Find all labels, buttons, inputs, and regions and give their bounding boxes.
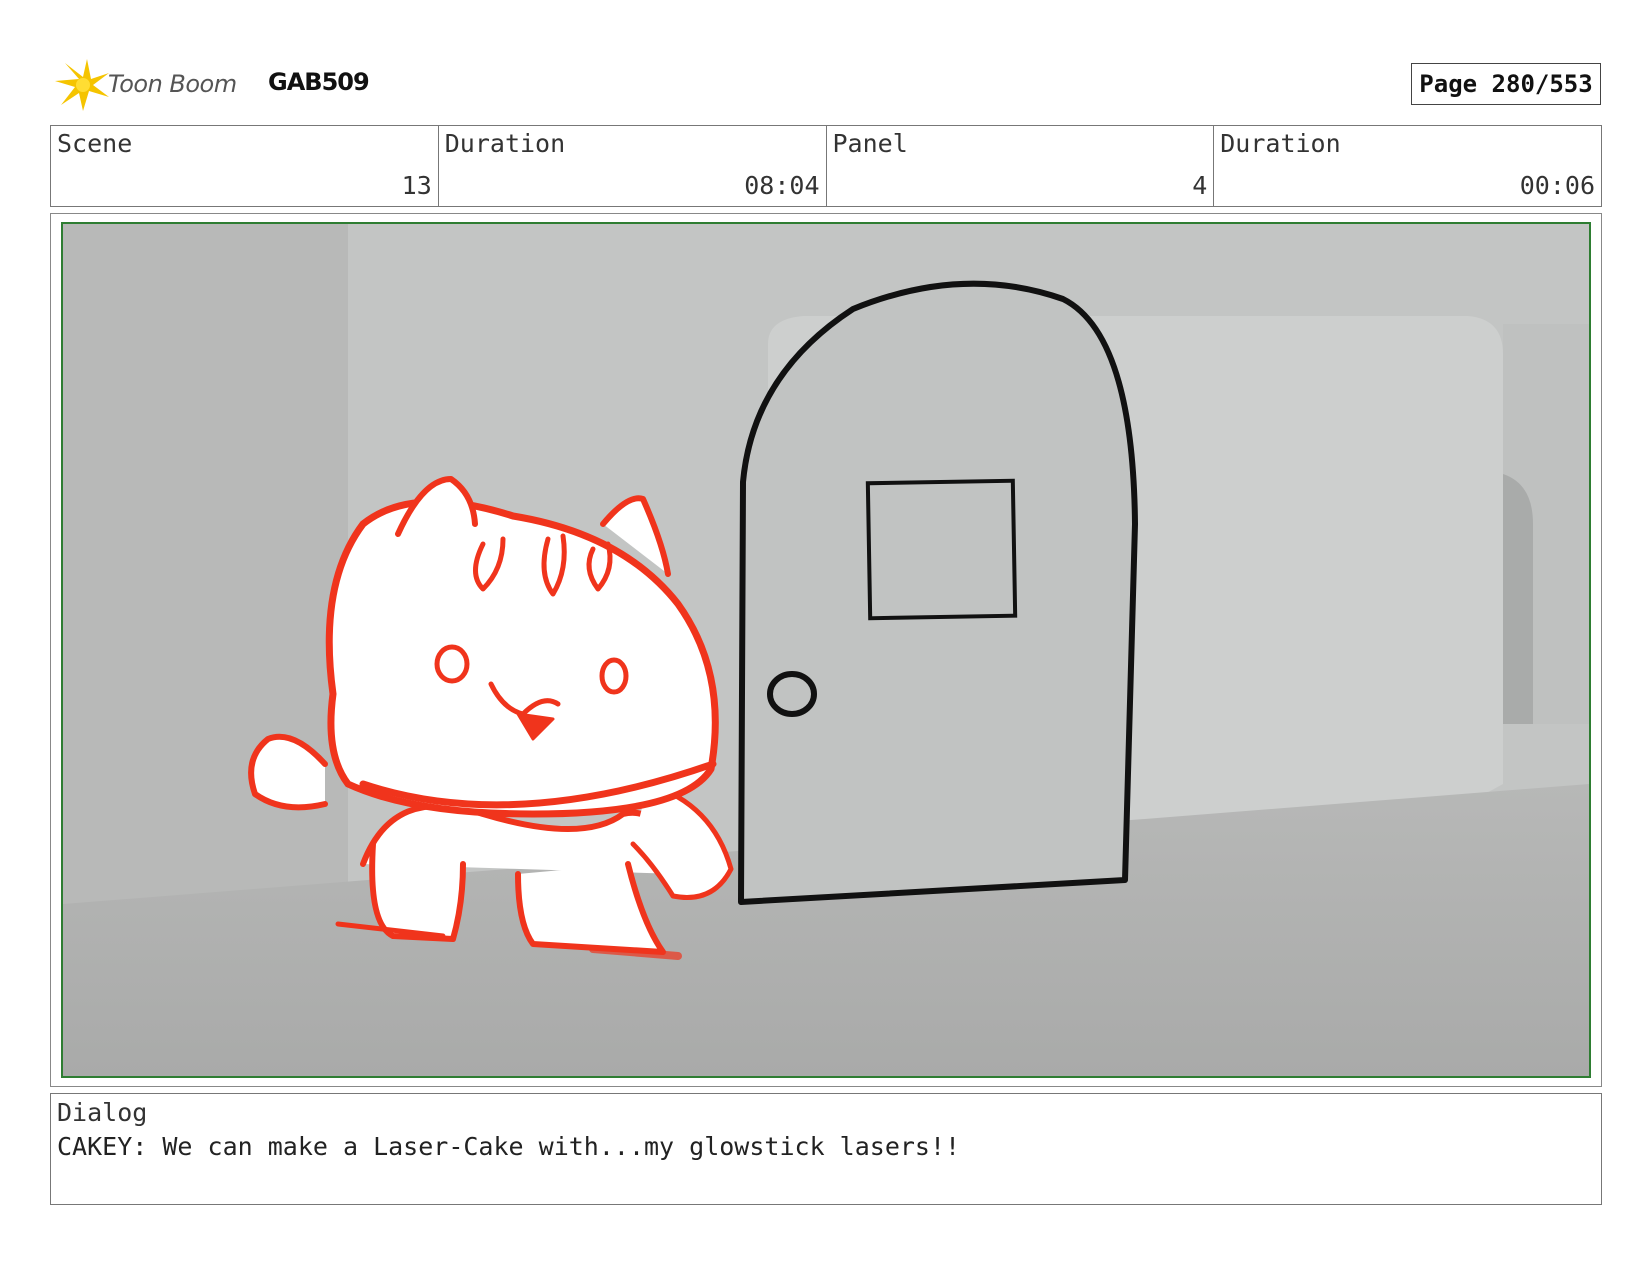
- panel-value: 4: [1192, 171, 1208, 200]
- panel-duration-value: 00:06: [1519, 171, 1595, 200]
- scene-duration-label: Duration: [444, 129, 566, 158]
- panel-cell: Panel 4: [827, 126, 1215, 206]
- dialog-box: Dialog CAKEY: We can make a Laser-Cake w…: [50, 1093, 1602, 1205]
- right-edge-shade: [1503, 474, 1533, 724]
- storyboard-panel-frame: [50, 213, 1602, 1087]
- dialog-label: Dialog: [57, 1098, 148, 1127]
- panel-duration-cell: Duration 00:06: [1214, 126, 1601, 206]
- page-indicator: Page 280/553: [1411, 63, 1601, 105]
- scene-cell: Scene 13: [51, 126, 439, 206]
- panel-duration-label: Duration: [1220, 129, 1341, 158]
- door-outline: [738, 280, 1138, 905]
- project-code: GAB509: [268, 68, 370, 96]
- left-wall-block: [63, 224, 348, 924]
- panel-info-table: Scene 13 Duration 08:04 Panel 4 Duration…: [50, 125, 1602, 207]
- scene-label: Scene: [57, 129, 133, 158]
- scene-value: 13: [401, 171, 432, 200]
- scene-duration-value: 08:04: [744, 171, 820, 200]
- storyboard-panel-image: [61, 222, 1591, 1078]
- logo-text: Toon Boom: [108, 70, 237, 98]
- panel-drawing: [63, 224, 1589, 1076]
- panel-label: Panel: [832, 129, 908, 158]
- scene-duration-cell: Duration 08:04: [439, 126, 827, 206]
- dialog-text: CAKEY: We can make a Laser-Cake with...m…: [57, 1132, 961, 1161]
